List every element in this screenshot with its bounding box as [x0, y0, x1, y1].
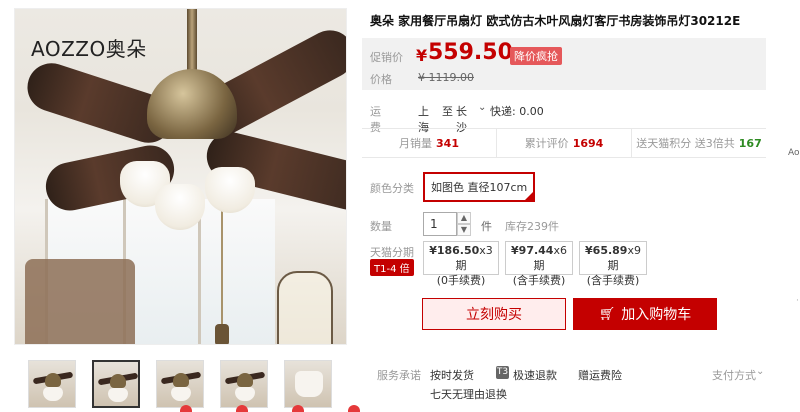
chevron-down-icon[interactable]: ⌄ [478, 102, 486, 113]
red-tab-marker [348, 405, 360, 412]
brand-logo: AOZZO奥朵 [31, 37, 147, 61]
quantity-label: 数量 [370, 220, 392, 233]
quantity-decrease-button[interactable]: ▼ [457, 224, 471, 236]
installment-fee: (含手续费) [512, 274, 566, 287]
installment-price: ¥186.50 [429, 244, 480, 257]
review-count-label: 累计评价 [524, 137, 569, 150]
price-box: 促销价 ¥ 559.50 降价疯抢 价格 ¥ 1119.00 [362, 38, 766, 90]
currency-symbol: ¥ [416, 46, 428, 65]
service-ontime-delivery[interactable]: 按时发货 [430, 367, 474, 383]
service-seven-day-return[interactable]: 七天无理由退换 [430, 386, 507, 402]
tmall-points: 送天猫积分 送3倍共 167 [632, 129, 766, 157]
ship-to-label: 至 [442, 105, 453, 118]
monthly-sales: 月销量 341 [362, 129, 497, 157]
monthly-sales-value: 341 [436, 136, 459, 150]
installment-price: ¥97.44 [511, 244, 554, 257]
original-price-label: 价格 [370, 73, 392, 86]
red-tab-marker [236, 405, 248, 412]
cart-icon: 🛒︎ [598, 306, 616, 322]
main-product-image[interactable]: AOZZO奥朵 [14, 8, 347, 345]
buy-now-label: 立刻购买 [466, 307, 522, 323]
red-tab-marker [292, 405, 304, 412]
pull-chain [221, 209, 223, 329]
installment-option-9[interactable]: ¥65.89x9期 (含手续费) [579, 241, 647, 287]
product-title: 奥朵 家用餐厅吊扇灯 欧式仿古木叶风扇灯客厅书房装饰吊灯30212E [370, 14, 741, 28]
add-to-cart-label: 加入购物车 [621, 307, 692, 323]
sales-stats: 月销量 341 累计评价 1694 送天猫积分 送3倍共 167 [362, 128, 766, 158]
service-label: 服务承诺 [377, 369, 421, 382]
thumbnail-5[interactable] [284, 360, 332, 408]
background-lantern [277, 271, 333, 344]
installment-option-6[interactable]: ¥97.44x6期 (含手续费) [505, 241, 573, 287]
background-chair [25, 259, 135, 344]
sidebar-cut-text: Ao [788, 148, 800, 158]
color-label: 颜色分类 [370, 182, 414, 195]
stock-count: 库存239件 [505, 220, 559, 233]
buy-now-button[interactable]: 立刻购买 [422, 298, 566, 330]
review-count-value[interactable]: 1694 [573, 137, 604, 150]
add-to-cart-button[interactable]: 🛒︎ 加入购物车 [573, 298, 717, 330]
promo-badge: 降价疯抢 [510, 47, 562, 65]
original-price: ¥ 1119.00 [418, 71, 474, 84]
sidebar-dots: · [796, 296, 799, 306]
installment-fee: (0手续费) [436, 274, 486, 287]
thumbnail-3[interactable] [156, 360, 204, 408]
quantity-unit: 件 [481, 220, 492, 233]
sku-option-label: 如图色 直径107cm [431, 181, 528, 194]
sku-option-selected[interactable]: 如图色 直径107cm [423, 172, 536, 202]
thumbnail-4[interactable] [220, 360, 268, 408]
thumbnail-1[interactable] [28, 360, 76, 408]
installment-price: ¥65.89 [585, 244, 628, 257]
installment-label: 天猫分期 [370, 246, 414, 259]
promo-price-label: 促销价 [370, 51, 403, 64]
monthly-sales-label: 月销量 [399, 137, 433, 150]
service-fast-refund[interactable]: 极速退款 [513, 367, 557, 383]
chevron-down-icon[interactable]: ⌄ [756, 366, 764, 377]
bottom-red-tabs [180, 405, 370, 412]
thumbnail-2[interactable] [92, 360, 140, 408]
payment-methods-label[interactable]: 支付方式 [712, 367, 756, 383]
red-tab-marker [180, 405, 192, 412]
selected-check-icon [524, 191, 535, 201]
shipping-fee: 快递: 0.00 [490, 105, 544, 118]
refund-badge-icon: T3 [496, 366, 509, 379]
quantity-increase-button[interactable]: ▲ [457, 212, 471, 224]
service-shipping-insurance[interactable]: 赠运费险 [578, 367, 622, 383]
installment-option-3[interactable]: ¥186.50x3期 (0手续费) [423, 241, 499, 287]
pull-tassel [215, 324, 229, 344]
fan-motor [147, 69, 237, 139]
promo-price: 559.50 [428, 40, 513, 65]
tmall-points-label: 送天猫积分 送3倍共 [636, 137, 735, 150]
installment-badge: T1-4 倍 [370, 259, 414, 276]
quantity-input[interactable] [423, 212, 457, 236]
installment-fee: (含手续费) [586, 274, 640, 287]
tmall-points-value: 167 [738, 136, 762, 150]
review-count[interactable]: 累计评价 1694 [497, 129, 632, 157]
thumbnail-strip [28, 360, 332, 408]
